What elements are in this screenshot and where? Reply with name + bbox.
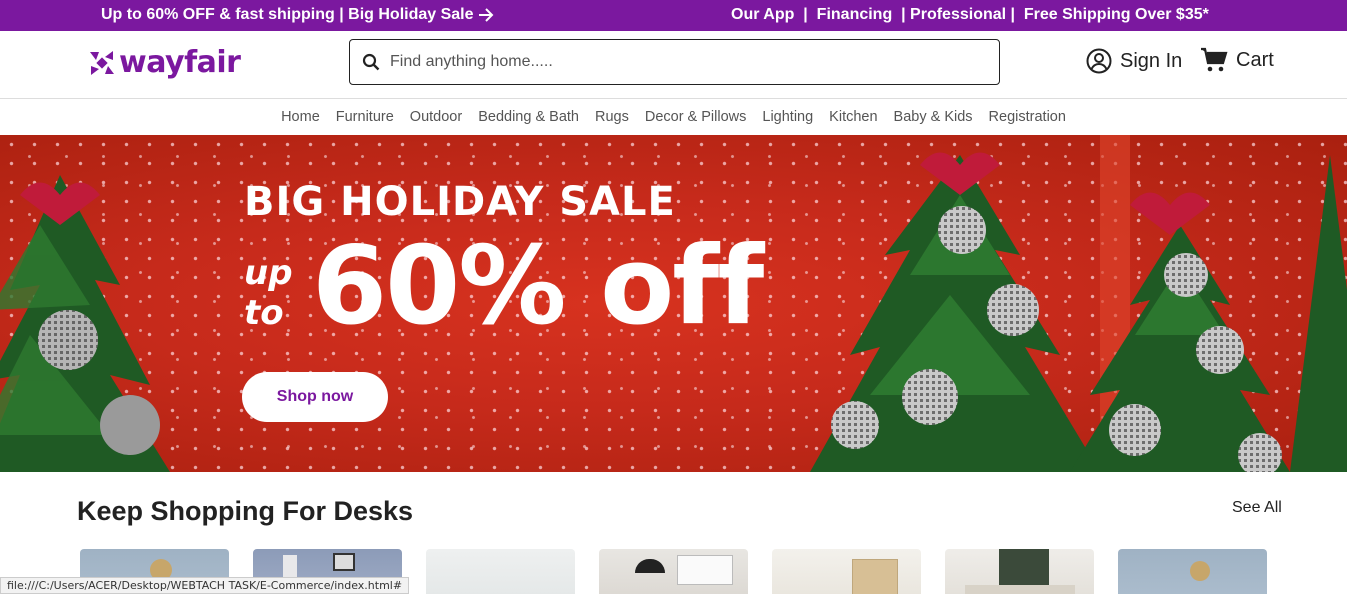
nav-item-registration[interactable]: Registration [989,109,1066,125]
nav-item-home[interactable]: Home [281,109,320,125]
product-card[interactable] [945,549,1094,594]
hero-discount: 60% off [312,224,764,349]
christmas-tree-right [810,135,1347,472]
product-image [852,559,898,594]
hero-upto-line2: to [244,293,284,333]
cart-label: Cart [1236,48,1274,71]
promo-link-professional[interactable]: Professional [910,6,1006,24]
promo-links: Our App | Financing | Professional | Fre… [731,6,1209,24]
promo-link-app[interactable]: Our App [731,6,794,24]
user-icon [1086,48,1112,74]
cart-icon [1201,47,1228,72]
arrow-right-icon [478,8,493,22]
product-card[interactable] [1118,549,1267,594]
search-box[interactable] [349,39,1000,85]
shop-now-button[interactable]: Shop now [242,372,388,422]
cart-button[interactable]: Cart [1200,47,1274,73]
hero-upto-line1: up [244,253,293,293]
sign-in-button[interactable]: Sign In [1086,48,1182,74]
logo-text: wayfair [119,45,241,80]
nav-item-decor-pillows[interactable]: Decor & Pillows [645,109,747,125]
see-all-link[interactable]: See All [1232,499,1282,517]
hero-title: BIG HOLIDAY SALE [244,179,676,225]
site-header: wayfair Sign In Cart [0,31,1347,99]
nav-item-lighting[interactable]: Lighting [762,109,813,125]
wayfair-logo[interactable]: wayfair [88,45,241,80]
nav-item-rugs[interactable]: Rugs [595,109,629,125]
christmas-tree-left [0,175,170,472]
nav-item-outdoor[interactable]: Outdoor [410,109,462,125]
promo-link[interactable]: Up to 60% OFF & fast shipping | Big Holi… [101,6,494,24]
promo-text: Up to 60% OFF & fast shipping | Big Holi… [101,6,474,23]
product-image [999,549,1049,585]
hero-upto: up to [244,253,293,333]
section-title: Keep Shopping For Desks [77,496,414,526]
wayfair-pinwheel-icon [90,51,114,75]
product-image [1190,561,1210,581]
product-card[interactable] [426,549,575,594]
product-card[interactable] [772,549,921,594]
promo-link-financing[interactable]: Financing [817,6,893,24]
browser-status-bar: file:///C:/Users/ACER/Desktop/WEBTACH TA… [0,577,410,594]
product-card[interactable] [599,549,748,594]
nav-item-kitchen[interactable]: Kitchen [829,109,877,125]
promo-bar: Up to 60% OFF & fast shipping | Big Holi… [0,0,1347,31]
promo-link-free-shipping[interactable]: Free Shipping Over $35* [1024,6,1209,24]
search-icon[interactable] [362,53,380,71]
category-nav: Home Furniture Outdoor Bedding & Bath Ru… [0,99,1347,135]
nav-item-furniture[interactable]: Furniture [336,109,394,125]
search-input[interactable] [390,53,970,71]
sign-in-label: Sign In [1120,49,1183,72]
nav-item-baby-kids[interactable]: Baby & Kids [894,109,973,125]
hero-banner[interactable]: BIG HOLIDAY SALE up to 60% off Shop now [0,135,1347,472]
nav-item-bedding-bath[interactable]: Bedding & Bath [478,109,579,125]
product-image [635,559,665,573]
